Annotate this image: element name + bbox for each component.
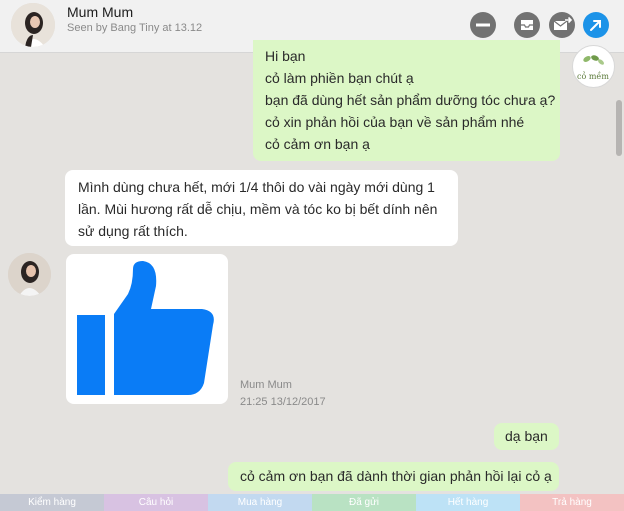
archive-button[interactable]: [514, 12, 540, 38]
forward-mail-button[interactable]: [549, 12, 575, 38]
leaf-logo-icon: [583, 55, 604, 65]
contact-avatar[interactable]: [11, 3, 55, 47]
shop-avatar[interactable]: cỏ mềm: [572, 45, 615, 88]
message-line: Mình dùng chưa hết, mới 1/4 thôi do vài …: [78, 179, 435, 195]
thumbs-up-sticker[interactable]: [66, 254, 228, 404]
label-tra-hang[interactable]: Trả hàng: [520, 494, 624, 511]
contact-name: Mum Mum: [67, 4, 134, 20]
message-line: dạ bạn: [505, 428, 548, 444]
message-line: cỏ cảm ơn bạn ạ: [265, 136, 370, 152]
remove-icon: [476, 23, 490, 27]
message-line: cỏ xin phản hồi của bạn về sản phẩm nhé: [265, 114, 525, 130]
label-mua-hang[interactable]: Mua hàng: [208, 494, 312, 511]
outgoing-message-bubble: cỏ cảm ơn bạn đã dành thời gian phản hồi…: [228, 462, 559, 491]
message-line: cỏ làm phiền bạn chút ạ: [265, 70, 414, 86]
contact-photo-icon: [11, 3, 55, 47]
remove-button[interactable]: [470, 12, 496, 38]
message-timestamp: 21:25 13/12/2017: [240, 396, 326, 408]
outgoing-message-bubble: Hi bạn cỏ làm phiền bạn chút ạ bạn đã dù…: [253, 40, 560, 161]
message-line: bạn đã dùng hết sản phẩm dưỡng tóc chưa …: [265, 92, 556, 108]
sender-name: Mum Mum: [240, 379, 292, 391]
message-line: sử dụng rất thích.: [78, 223, 188, 239]
open-external-button[interactable]: [583, 12, 609, 38]
shop-logo-text: cỏ mềm: [577, 72, 609, 81]
archive-icon: [521, 20, 533, 30]
outgoing-message-bubble: dạ bạn: [494, 423, 559, 450]
scrollbar-thumb[interactable]: [616, 100, 622, 156]
message-line: lần. Mùi hương rất dễ chịu, mềm và tóc k…: [78, 201, 438, 217]
label-da-gui[interactable]: Đã gửi: [312, 494, 416, 511]
thumbs-up-icon: [77, 261, 214, 395]
sender-photo-icon: [8, 253, 51, 296]
label-cau-hoi[interactable]: Câu hỏi: [104, 494, 208, 511]
label-kiem-hang[interactable]: Kiểm hàng: [0, 494, 104, 511]
incoming-message-bubble: Mình dùng chưa hết, mới 1/4 thôi do vài …: [65, 170, 458, 246]
label-bar: Kiểm hàng Câu hỏi Mua hàng Đã gửi Hết hà…: [0, 494, 624, 511]
sender-avatar[interactable]: [8, 253, 51, 296]
open-external-icon: [590, 20, 601, 31]
forward-mail-icon: [553, 16, 573, 30]
message-line: Hi bạn: [265, 48, 306, 64]
label-het-hang[interactable]: Hết hàng: [416, 494, 520, 511]
thumbs-up-shape: [77, 261, 214, 395]
message-line: cỏ cảm ơn bạn đã dành thời gian phản hồi…: [240, 468, 552, 484]
seen-status: Seen by Bang Tiny at 13.12: [67, 22, 203, 34]
